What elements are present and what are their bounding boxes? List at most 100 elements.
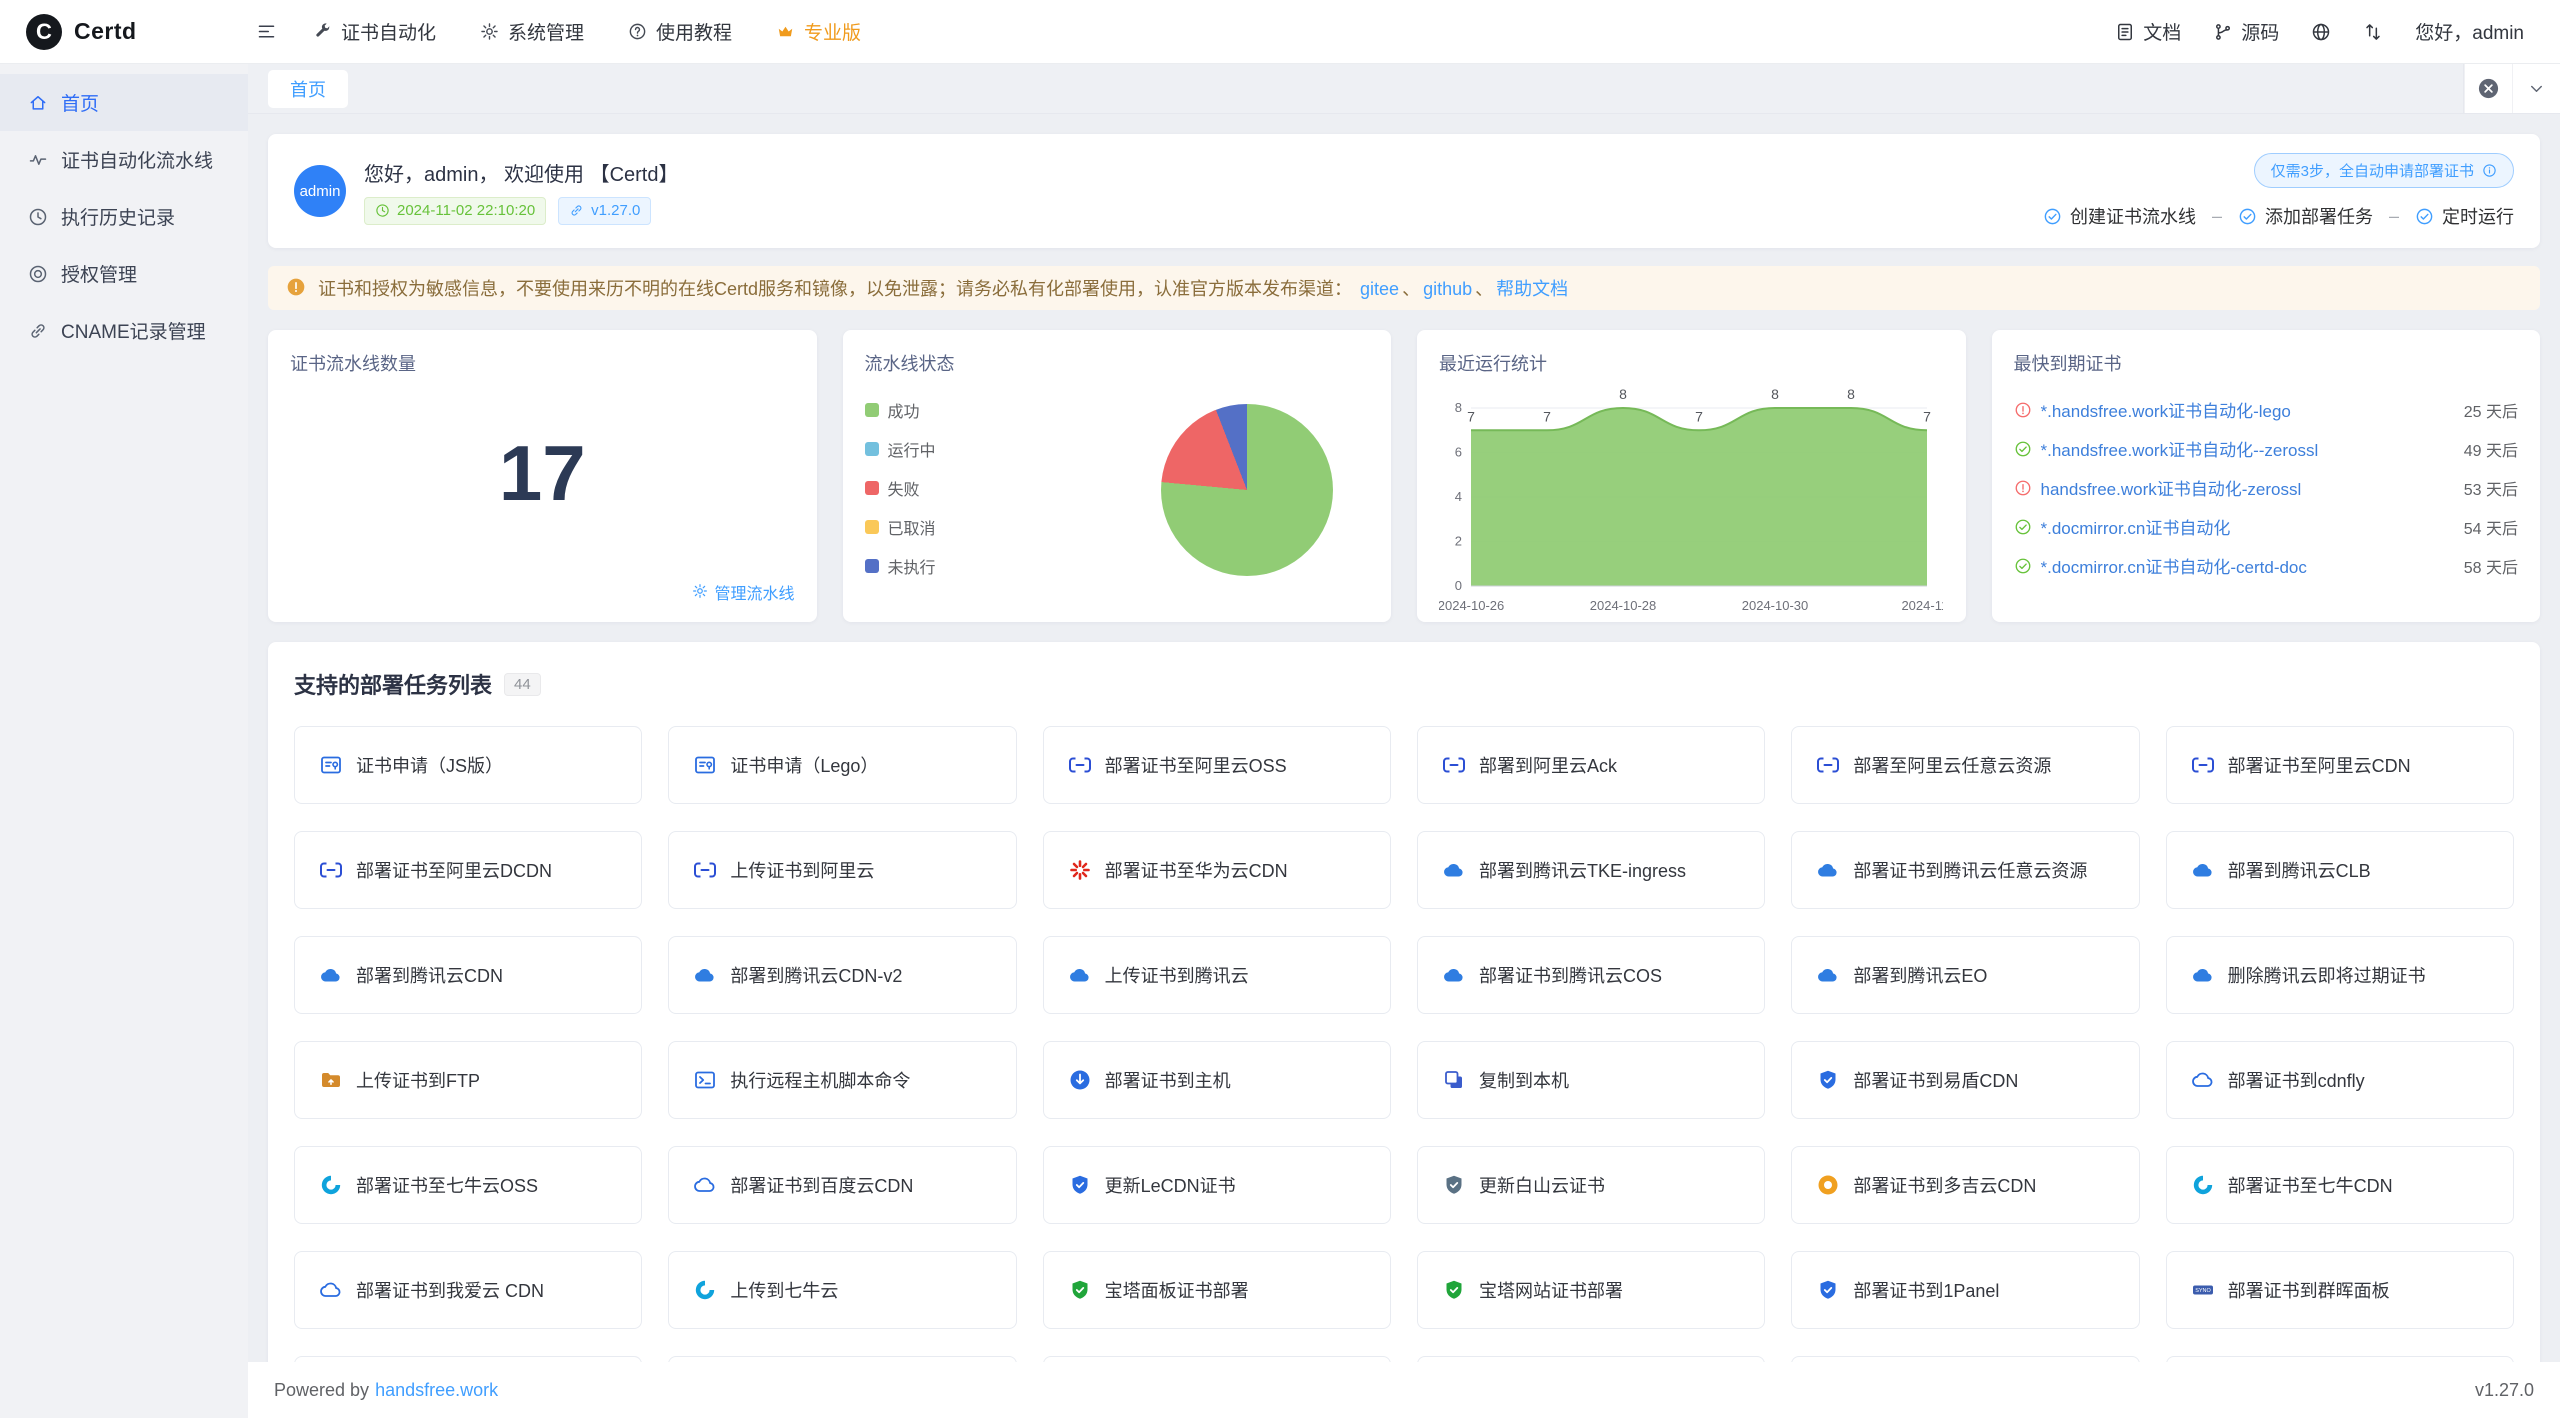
- cert-status-icon: [2014, 557, 2032, 575]
- sidebar-item-1[interactable]: 证书自动化流水线: [0, 131, 248, 188]
- task-item-10[interactable]: 部署证书到腾讯云任意云资源: [1791, 831, 2139, 909]
- cert-link[interactable]: *.docmirror.cn证书自动化: [2041, 514, 2455, 539]
- task-item-13[interactable]: 部署到腾讯云CDN-v2: [668, 936, 1016, 1014]
- tasks-header: 支持的部署任务列表 44: [294, 668, 2514, 700]
- steps-row: 创建证书流水线–添加部署任务–定时运行: [2043, 203, 2514, 229]
- logo[interactable]: C Certd: [0, 14, 248, 50]
- task-item-30[interactable]: 部署证书到我爱云 CDN: [294, 1251, 642, 1329]
- task-item-4[interactable]: 部署至阿里云任意云资源: [1791, 726, 2139, 804]
- cert-days: 54 天后: [2464, 515, 2518, 539]
- sidebar-item-3[interactable]: 授权管理: [0, 245, 248, 302]
- task-item-31[interactable]: 上传到七牛云: [668, 1251, 1016, 1329]
- task-item-7[interactable]: 上传证书到阿里云: [668, 831, 1016, 909]
- task-item-3[interactable]: 部署到阿里云Ack: [1417, 726, 1765, 804]
- task-item-0[interactable]: 证书申请（JS版）: [294, 726, 642, 804]
- task-item-24[interactable]: 部署证书至七牛云OSS: [294, 1146, 642, 1224]
- cert-link[interactable]: handsfree.work证书自动化-zerossl: [2041, 475, 2455, 500]
- swan-icon: [693, 1278, 717, 1302]
- header-action-0[interactable]: 文档: [2115, 18, 2181, 45]
- legend-item-0[interactable]: 成功: [865, 398, 936, 422]
- cert-row-1: *.handsfree.work证书自动化--zerossl49 天后: [2014, 429, 2519, 468]
- task-item-21[interactable]: 复制到本机: [1417, 1041, 1765, 1119]
- svg-text:6: 6: [1455, 445, 1462, 460]
- warning-icon: [286, 277, 306, 297]
- task-item-34[interactable]: 部署证书到1Panel: [1791, 1251, 2139, 1329]
- task-item-25[interactable]: 部署证书到百度云CDN: [668, 1146, 1016, 1224]
- task-item-8[interactable]: 部署证书至华为云CDN: [1043, 831, 1391, 909]
- legend-item-1[interactable]: 运行中: [865, 437, 936, 461]
- certdoc-icon: [693, 753, 717, 777]
- coin-icon: [1816, 1173, 1840, 1197]
- task-item-1[interactable]: 证书申请（Lego）: [668, 726, 1016, 804]
- task-item-33[interactable]: 宝塔网站证书部署: [1417, 1251, 1765, 1329]
- cert-link[interactable]: *.handsfree.work证书自动化-lego: [2041, 397, 2455, 422]
- tab-home[interactable]: 首页: [268, 70, 348, 108]
- header-action-2[interactable]: [2311, 22, 2331, 42]
- task-item-29[interactable]: 部署证书至七牛CDN: [2166, 1146, 2514, 1224]
- svg-text:8: 8: [1455, 400, 1462, 415]
- task-item-9[interactable]: 部署到腾讯云TKE-ingress: [1417, 831, 1765, 909]
- card-title: 流水线状态: [865, 350, 1370, 376]
- svg-text:8: 8: [1619, 386, 1627, 402]
- notice-link-1[interactable]: github: [1423, 279, 1472, 299]
- task-item-5[interactable]: 部署证书至阿里云CDN: [2166, 726, 2514, 804]
- sidebar-item-4[interactable]: CNAME记录管理: [0, 302, 248, 359]
- link-icon: [28, 321, 48, 341]
- nav-item-0[interactable]: 证书自动化: [313, 18, 436, 45]
- notice-link-0[interactable]: gitee: [1360, 279, 1399, 299]
- task-item-35[interactable]: SYNO部署证书到群晖面板: [2166, 1251, 2514, 1329]
- gear-icon: [480, 22, 499, 41]
- nav-item-2[interactable]: 使用教程: [628, 18, 732, 45]
- notice-link-2[interactable]: 帮助文档: [1496, 279, 1568, 299]
- host-icon: [1068, 1068, 1092, 1092]
- nav-item-1[interactable]: 系统管理: [480, 18, 584, 45]
- task-item-15[interactable]: 部署证书到腾讯云COS: [1417, 936, 1765, 1014]
- task-item-22[interactable]: 部署证书到易盾CDN: [1791, 1041, 2139, 1119]
- task-item-11[interactable]: 部署到腾讯云CLB: [2166, 831, 2514, 909]
- task-item-26[interactable]: 更新LeCDN证书: [1043, 1146, 1391, 1224]
- aliyun-icon: [319, 858, 343, 882]
- task-item-27[interactable]: 更新白山云证书: [1417, 1146, 1765, 1224]
- info-circle-icon: [2482, 163, 2497, 178]
- cert-link[interactable]: *.docmirror.cn证书自动化-certd-doc: [2041, 553, 2455, 578]
- tabs-close-button[interactable]: [2464, 64, 2512, 113]
- task-item-18[interactable]: 上传证书到FTP: [294, 1041, 642, 1119]
- tabs-menu-button[interactable]: [2512, 64, 2560, 113]
- quick-start-button[interactable]: 仅需3步，全自动申请部署证书: [2254, 153, 2514, 188]
- header-action-3[interactable]: [2363, 22, 2383, 42]
- header-action-1[interactable]: 源码: [2213, 18, 2279, 45]
- task-item-23[interactable]: 部署证书到cdnfly: [2166, 1041, 2514, 1119]
- version-badge[interactable]: v1.27.0: [558, 197, 651, 225]
- task-item-14[interactable]: 上传证书到腾讯云: [1043, 936, 1391, 1014]
- task-item-28[interactable]: 部署证书到多吉云CDN: [1791, 1146, 2139, 1224]
- chevron-down-icon: [2527, 79, 2546, 98]
- cert-row-4: *.docmirror.cn证书自动化-certd-doc58 天后: [2014, 546, 2519, 585]
- task-item-20[interactable]: 部署证书到主机: [1043, 1041, 1391, 1119]
- task-item-16[interactable]: 部署到腾讯云EO: [1791, 936, 2139, 1014]
- sidebar-item-2[interactable]: 执行历史记录: [0, 188, 248, 245]
- task-item-2[interactable]: 部署证书至阿里云OSS: [1043, 726, 1391, 804]
- task-item-19[interactable]: 执行远程主机脚本命令: [668, 1041, 1016, 1119]
- task-item-6[interactable]: 部署证书至阿里云DCDN: [294, 831, 642, 909]
- legend-item-3[interactable]: 已取消: [865, 515, 936, 539]
- manage-pipelines-link[interactable]: 管理流水线: [692, 580, 794, 604]
- task-item-12[interactable]: 部署到腾讯云CDN: [294, 936, 642, 1014]
- certd-logo-icon: C: [26, 14, 62, 50]
- handsfree-link[interactable]: handsfree.work: [375, 1380, 498, 1401]
- sidebar-item-0[interactable]: 首页: [0, 74, 248, 131]
- tasks-count-badge: 44: [504, 673, 541, 696]
- nav-item-3[interactable]: 专业版: [776, 18, 861, 45]
- legend-item-2[interactable]: 失败: [865, 476, 936, 500]
- task-item-32[interactable]: 宝塔面板证书部署: [1043, 1251, 1391, 1329]
- sidebar-collapse-button[interactable]: [256, 21, 277, 42]
- svg-text:7: 7: [1467, 408, 1475, 424]
- legend-item-4[interactable]: 未执行: [865, 554, 936, 578]
- welcome-badges: 2024-11-02 22:10:20 v1.27.0: [364, 197, 679, 225]
- task-item-17[interactable]: 删除腾讯云即将过期证书: [2166, 936, 2514, 1014]
- shield-icon: [1442, 1278, 1466, 1302]
- collapse-menu-icon: [256, 21, 277, 42]
- svg-text:7: 7: [1923, 408, 1931, 424]
- header-action-4[interactable]: 您好，admin: [2415, 18, 2524, 45]
- clock-icon: [28, 207, 48, 227]
- cert-link[interactable]: *.handsfree.work证书自动化--zerossl: [2041, 436, 2455, 461]
